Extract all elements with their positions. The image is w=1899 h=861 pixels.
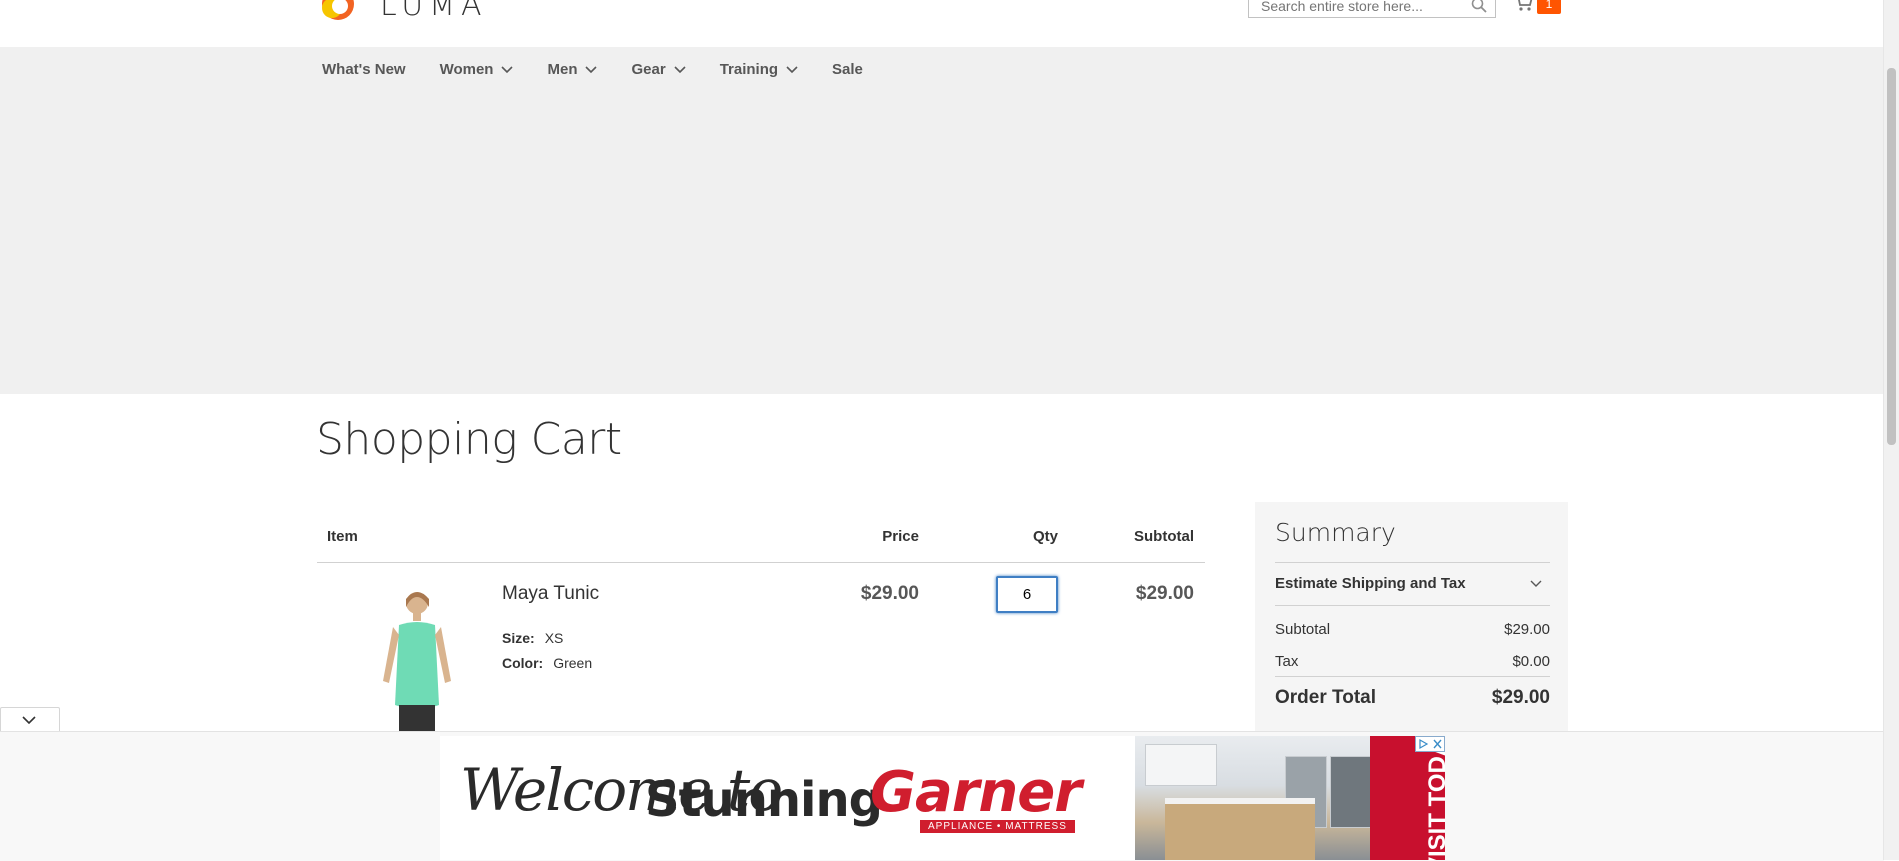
nav-item-whats-new[interactable]: What's New [322, 61, 406, 78]
search-input[interactable] [1259, 0, 1473, 18]
nav-item-label: Sale [832, 61, 863, 78]
nav-item-training[interactable]: Training [720, 61, 798, 78]
chevron-down-icon [674, 65, 686, 73]
product-name-link[interactable]: Maya Tunic [502, 583, 599, 605]
column-header-item: Item [327, 528, 358, 545]
luma-logo-icon[interactable] [321, 0, 355, 22]
summary-subtotal-value: $29.00 [1504, 621, 1550, 638]
search-box [1248, 0, 1496, 18]
ad-brand-logo: Garner APPLIANCE • MATTRESS [870, 760, 1125, 834]
item-price: $29.00 [860, 583, 919, 604]
cart-item-row: Maya Tunic Size: XS Color: Green $29.00 $2… [317, 563, 1205, 743]
nav-item-label: Men [547, 61, 578, 78]
ad-choices-icon[interactable] [1415, 736, 1445, 752]
ad-kitchen-image [1135, 736, 1385, 860]
chevron-down-icon [501, 65, 514, 73]
nav-item-gear[interactable]: Gear [631, 61, 686, 78]
product-image[interactable] [359, 585, 475, 733]
summary-tax-label: Tax [1275, 653, 1299, 670]
cart-icon[interactable] [1514, 0, 1534, 12]
page-scrollbar[interactable] [1883, 0, 1899, 860]
cart-table-header: Item Price Qty Subtotal [317, 520, 1205, 563]
cart-table: Item Price Qty Subtotal Maya Tunic Size:… [317, 520, 1205, 743]
summary-subtotal-label: Subtotal [1275, 621, 1331, 638]
estimate-shipping-toggle[interactable]: Estimate Shipping and Tax [1275, 562, 1550, 606]
nav-item-label: Gear [631, 61, 666, 78]
ad-collapse-button[interactable] [0, 707, 60, 732]
scrollbar-thumb[interactable] [1887, 68, 1896, 445]
qty-input[interactable] [996, 576, 1058, 613]
page-title: Shopping Cart [316, 414, 622, 465]
ad-stunning-text: Stunning [645, 772, 883, 828]
column-header-qty: Qty [1032, 528, 1058, 545]
nav-item-label: Women [439, 61, 494, 78]
ad-banner[interactable]: Welcome to Stunning Garner APPLIANCE • M… [440, 736, 1445, 860]
item-subtotal: $29.00 [1135, 583, 1194, 604]
nav-item-men[interactable]: Men [547, 61, 598, 78]
summary-subtotal-row: Subtotal $29.00 [1275, 621, 1550, 638]
order-total-row: Order Total $29.00 [1275, 676, 1550, 709]
summary-title: Summary [1275, 518, 1396, 547]
logo-text[interactable]: LUMA [380, 0, 488, 23]
ad-brand-name: Garner [870, 760, 1082, 825]
estimate-shipping-label: Estimate Shipping and Tax [1275, 575, 1466, 592]
order-total-value: $29.00 [1491, 687, 1550, 708]
chevron-down-icon [1530, 580, 1542, 587]
product-option-color: Color: Green [502, 655, 592, 671]
nav-item-label: Training [719, 61, 779, 78]
ad-visit-cta[interactable]: VISIT TODAY [1370, 736, 1445, 860]
ad-cta-label: VISIT TODAY [1424, 736, 1445, 860]
summary-tax-value: $0.00 [1512, 653, 1550, 670]
search-icon[interactable] [1471, 0, 1487, 13]
option-value: Green [553, 655, 593, 671]
chevron-down-icon [22, 716, 36, 724]
cart-count-badge[interactable]: 1 [1537, 0, 1561, 14]
chevron-down-icon [786, 65, 798, 73]
main-nav: What's New Women Men Gear Training Sale [0, 47, 1884, 394]
product-option-size: Size: XS [502, 630, 563, 646]
nav-item-women[interactable]: Women [440, 61, 514, 78]
site-header: LUMA 1 [0, 0, 1884, 47]
nav-item-sale[interactable]: Sale [832, 61, 863, 78]
nav-item-label: What's New [322, 61, 406, 78]
column-header-subtotal: Subtotal [1134, 528, 1194, 545]
option-label: Color: [502, 655, 544, 671]
option-value: XS [544, 630, 564, 646]
order-total-label: Order Total [1275, 687, 1376, 708]
ad-brand-sub: APPLIANCE • MATTRESS [920, 820, 1075, 833]
order-summary: Summary Estimate Shipping and Tax Subtot… [1255, 502, 1568, 732]
nav-list: What's New Women Men Gear Training Sale [322, 61, 897, 78]
summary-tax-row: Tax $0.00 [1275, 653, 1550, 670]
option-label: Size: [502, 630, 535, 646]
chevron-down-icon [585, 65, 598, 73]
column-header-price: Price [882, 528, 919, 545]
